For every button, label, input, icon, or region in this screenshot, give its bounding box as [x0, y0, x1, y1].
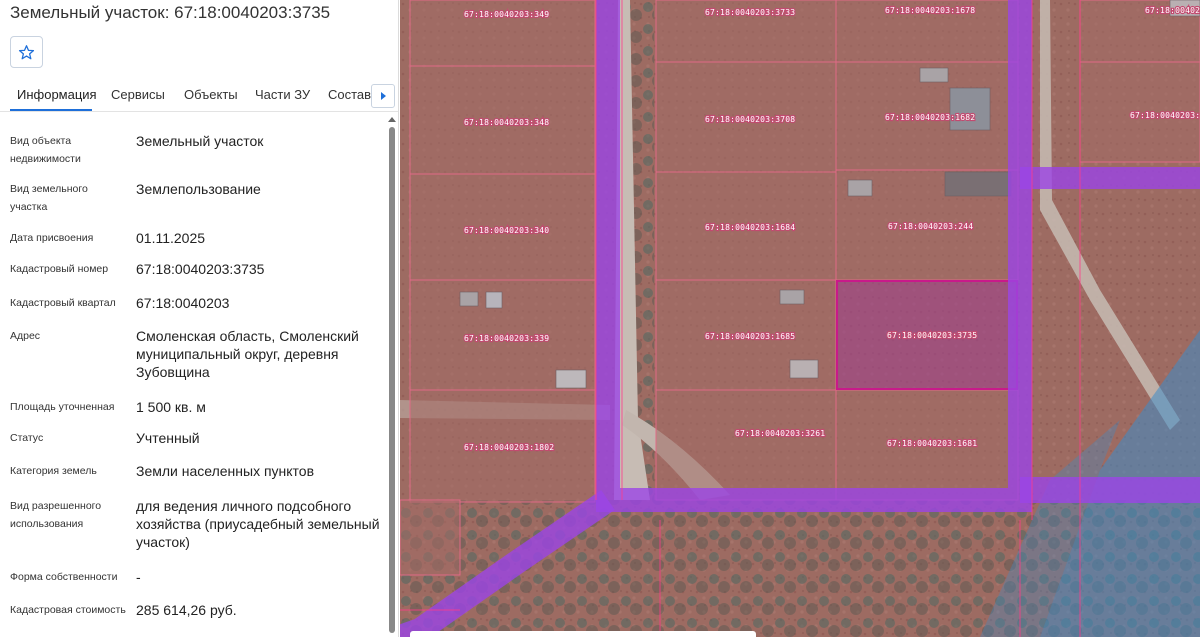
tab-objects[interactable]: Объекты	[184, 87, 238, 102]
parcel-label: 67:18:0040203:1685	[705, 332, 795, 341]
tab-parcel-parts[interactable]: Части ЗУ	[255, 87, 310, 102]
parcel[interactable]	[400, 499, 461, 576]
active-tab-indicator	[10, 109, 92, 111]
building	[789, 359, 819, 379]
map-bottom-toolbar	[410, 631, 756, 637]
favorite-button[interactable]	[10, 36, 43, 68]
info-scrollbar[interactable]	[387, 113, 397, 637]
info-panel: Земельный участок: 67:18:0040203:3735 Ин…	[0, 0, 399, 637]
info-value: Земли населенных пунктов	[136, 463, 315, 479]
parcel-label: 67:18:0040203:349	[464, 10, 549, 19]
parcel-label: 67:18:0040203:3735	[887, 331, 977, 340]
info-label: Вид объекта недвижимости	[10, 135, 81, 165]
building	[459, 291, 479, 307]
parcel-label: 67:18:0040203:1678	[885, 6, 975, 15]
info-value: 01.11.2025	[136, 230, 206, 246]
info-value: 1 500 кв. м	[136, 399, 206, 415]
parcel[interactable]	[655, 389, 837, 501]
parcel-label: 67:18:0040203:1684	[705, 223, 795, 232]
parcel-label: 67:18:0040203:1682	[885, 113, 975, 122]
info-value: -	[136, 569, 141, 585]
building	[555, 369, 587, 389]
building	[847, 179, 873, 197]
page-title: Земельный участок: 67:18:0040203:3735	[10, 3, 331, 22]
info-label: Кадастровый квартал	[10, 297, 116, 309]
info-label: Дата присвоения	[10, 232, 94, 244]
info-value: 67:18:0040203	[136, 295, 230, 311]
tab-services[interactable]: Сервисы	[111, 87, 165, 102]
info-value: для ведения личного подсобного хозяйства…	[136, 498, 380, 550]
info-label: Статус	[10, 432, 44, 444]
info-label: Форма собственности	[10, 571, 118, 583]
parcel-label: 67:18:0040203:3733	[705, 8, 795, 17]
caret-right-icon	[381, 92, 386, 100]
cadastral-map[interactable]: 67:18:0040203:349 67:18:0040203:3733 67:…	[400, 0, 1200, 637]
building	[485, 291, 503, 309]
tab-composition[interactable]: Состав	[328, 87, 371, 102]
parcel-label: 67:18:0040203:1802	[464, 443, 554, 452]
parcel-label: 67:18:0040203:1681	[887, 439, 977, 448]
info-label: Площадь уточненная	[10, 401, 115, 413]
building	[779, 289, 805, 305]
parcel-label: 67:18:0040203:3708	[705, 115, 795, 124]
map-canvas[interactable]: 67:18:0040203:349 67:18:0040203:3733 67:…	[400, 0, 1200, 637]
info-value: Смоленская область, Смоленский муниципал…	[136, 328, 359, 380]
building	[949, 87, 991, 131]
info-label: Вид разрешенного использования	[10, 500, 102, 530]
info-value: Землепользование	[136, 181, 261, 197]
parcel-label: 67:18:0040203:244	[888, 222, 973, 231]
tab-information[interactable]: Информация	[17, 87, 97, 102]
info-label: Категория земель	[10, 465, 97, 477]
scroll-up-arrow-icon[interactable]	[388, 117, 396, 122]
info-label: Вид земельного участка	[10, 183, 88, 213]
parcel-label: 67:18:0040203:339	[464, 334, 549, 343]
parcel-label: 67:18:0040203:1	[1130, 111, 1200, 120]
parcel-label: 67:18:0040203:348	[464, 118, 549, 127]
tabs-scroll-right-button[interactable]	[371, 84, 395, 108]
parcel-label: 67:18:0040203:1	[1145, 6, 1200, 15]
info-label: Кадастровый номер	[10, 263, 109, 275]
info-label: Кадастровая стоимость	[10, 604, 126, 616]
scrollbar-thumb[interactable]	[389, 127, 395, 633]
tab-bar: Информация Сервисы Объекты Части ЗУ Сост…	[0, 78, 398, 112]
parcel-label: 67:18:0040203:3261	[735, 429, 825, 438]
info-value: 285 614,26 руб.	[136, 602, 237, 618]
parcel-label: 67:18:0040203:340	[464, 226, 549, 235]
building	[919, 67, 949, 83]
info-label: Адрес	[10, 330, 41, 342]
info-value: Учтенный	[136, 430, 200, 446]
building	[944, 171, 1012, 197]
info-value: 67:18:0040203:3735	[136, 261, 265, 277]
star-icon	[18, 44, 35, 59]
info-value: Земельный участок	[136, 133, 264, 149]
property-info-list: Вид объекта недвижимости Земельный участ…	[0, 113, 385, 637]
